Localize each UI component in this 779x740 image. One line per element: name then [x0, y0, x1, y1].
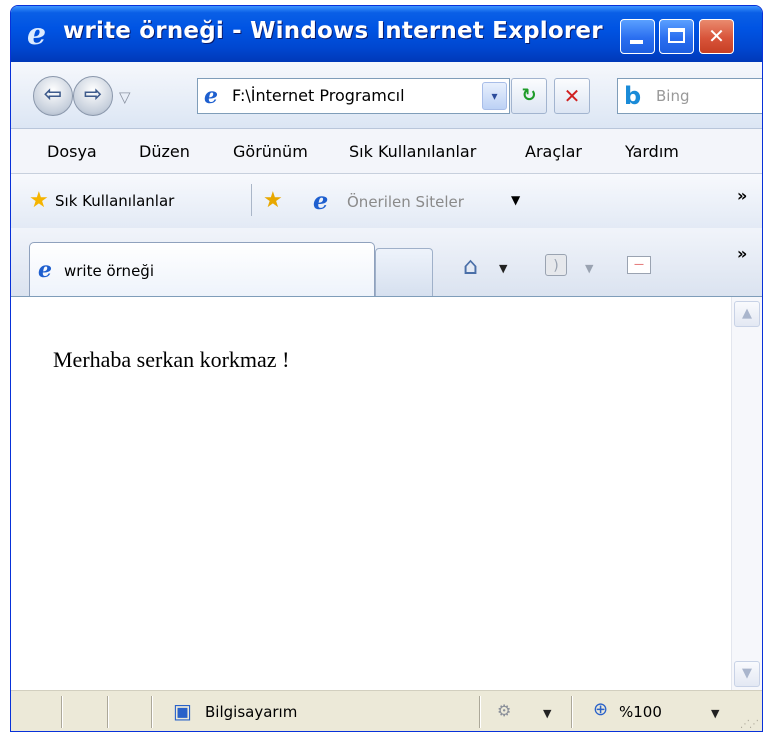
history-dropdown-icon[interactable]: ▽ [119, 88, 131, 106]
refresh-button[interactable]: ↻ [511, 78, 547, 114]
search-box[interactable]: b Bing [617, 78, 762, 114]
rss-icon[interactable]: ) [545, 254, 567, 276]
status-divider [107, 696, 109, 728]
status-divider [61, 696, 63, 728]
toolbar-separator [251, 184, 252, 216]
status-divider [479, 696, 481, 728]
browser-window: e write örneği - Windows Internet Explor… [10, 5, 763, 732]
maximize-icon [668, 28, 685, 43]
address-toolbar: ⇦ ⇨ ▽ e F:\İnternet Programcıl ▾ ↻ ✕ b B… [11, 62, 762, 129]
title-bar[interactable]: e write örneği - Windows Internet Explor… [11, 6, 762, 62]
menu-gorunum[interactable]: Görünüm [233, 142, 308, 161]
computer-icon: ▣ [173, 699, 192, 723]
command-more-button[interactable]: » [737, 244, 747, 263]
menu-bar: Dosya Düzen Görünüm Sık Kullanılanlar Ar… [11, 129, 762, 174]
protected-mode-icon[interactable]: ⚙ [497, 701, 511, 720]
add-favorite-icon[interactable]: ★ [263, 188, 283, 213]
ie-page-icon: e [38, 257, 52, 283]
favorites-more-button[interactable]: » [737, 186, 747, 205]
favorites-button-label[interactable]: Sık Kullanılanlar [55, 192, 174, 210]
status-bar: ▣ Bilgisayarım ⚙ ▼ ⊕ %100 ▼ ⋰⋰ [11, 690, 762, 731]
ie-page-icon: e [313, 186, 329, 215]
minimize-icon [630, 40, 643, 44]
page-content: Merhaba serkan korkmaz ! ▲ ▼ [11, 296, 762, 691]
status-divider [151, 696, 153, 728]
menu-yardim[interactable]: Yardım [625, 142, 679, 161]
suggested-sites-link[interactable]: Önerilen Siteler [347, 193, 464, 211]
address-bar[interactable]: e F:\İnternet Programcıl ▾ [197, 78, 510, 114]
forward-button[interactable]: ⇨ [73, 76, 113, 116]
stop-button[interactable]: ✕ [554, 78, 590, 114]
search-placeholder[interactable]: Bing [656, 87, 690, 105]
ie-logo-icon: e [27, 17, 47, 52]
tab-bar: e write örneği ⌂ ▼ ) ▼ — » [11, 228, 762, 297]
menu-sik-kullanilanlar[interactable]: Sık Kullanılanlar [349, 142, 476, 161]
star-icon[interactable]: ★ [29, 188, 49, 213]
window-title: write örneği - Windows Internet Explorer [63, 18, 603, 44]
new-tab-button[interactable] [375, 248, 433, 296]
favorites-bar: ★ Sık Kullanılanlar ★ e Önerilen Siteler… [11, 174, 762, 228]
close-button[interactable]: ✕ [699, 19, 734, 54]
back-button[interactable]: ⇦ [33, 76, 73, 116]
magnifier-icon[interactable]: ⊕ [593, 699, 608, 720]
ie-page-icon: e [204, 83, 218, 109]
menu-dosya[interactable]: Dosya [47, 142, 97, 161]
feeds-dropdown-icon[interactable]: ▼ [585, 262, 593, 275]
tab-active[interactable]: e write örneği [29, 242, 375, 296]
menu-duzen[interactable]: Düzen [139, 142, 190, 161]
bing-icon: b [624, 82, 642, 110]
address-dropdown-button[interactable]: ▾ [482, 82, 507, 110]
status-divider [571, 696, 573, 728]
scroll-down-button[interactable]: ▼ [734, 661, 760, 687]
home-icon[interactable]: ⌂ [463, 252, 478, 280]
page-text: Merhaba serkan korkmaz ! [53, 347, 290, 372]
zoom-level[interactable]: %100 [619, 703, 662, 721]
resize-grip-icon[interactable]: ⋰⋰ [740, 719, 759, 730]
scroll-up-button[interactable]: ▲ [734, 301, 760, 327]
chevron-down-icon[interactable]: ▼ [543, 707, 551, 720]
minimize-button[interactable] [620, 19, 655, 54]
zoom-dropdown-icon[interactable]: ▼ [711, 707, 719, 720]
home-dropdown-icon[interactable]: ▼ [499, 262, 507, 275]
vertical-scrollbar[interactable]: ▲ ▼ [731, 297, 762, 691]
chevron-down-icon[interactable]: ▼ [511, 193, 520, 207]
maximize-button[interactable] [659, 19, 694, 54]
tab-label: write örneği [64, 262, 154, 280]
security-zone-label[interactable]: Bilgisayarım [205, 703, 297, 721]
menu-araclar[interactable]: Araçlar [525, 142, 582, 161]
address-text[interactable]: F:\İnternet Programcıl [232, 86, 405, 105]
mail-icon[interactable]: — [627, 256, 651, 274]
